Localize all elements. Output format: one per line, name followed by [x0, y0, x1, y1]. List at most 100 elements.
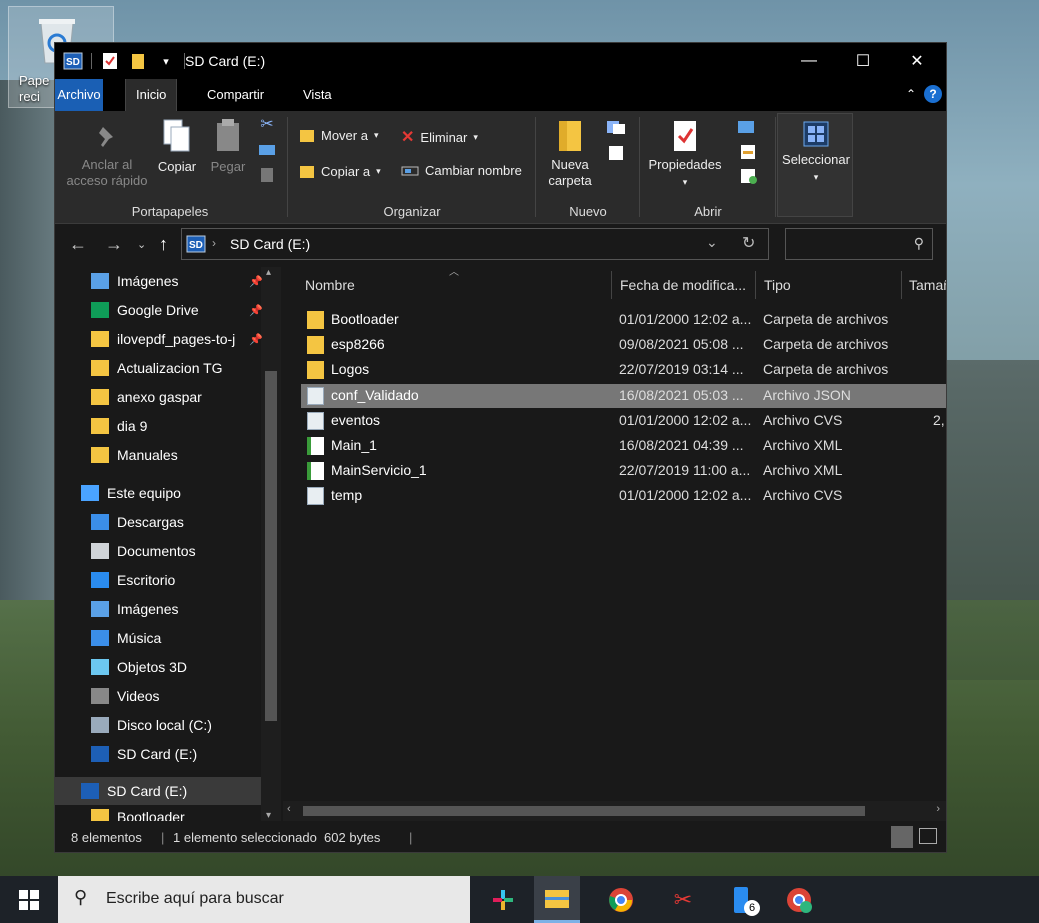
- folder-icon: [307, 311, 324, 329]
- horizontal-scroll-thumb[interactable]: [303, 806, 865, 816]
- file-row[interactable]: esp8266 09/08/2021 05:08 ... Carpeta de ar…: [301, 333, 946, 357]
- sidebar-item[interactable]: ilovepdf_pages-to-j 📌: [55, 325, 265, 353]
- taskbar-file-explorer[interactable]: [534, 876, 580, 923]
- new-folder-quick-icon[interactable]: [128, 51, 148, 71]
- large-icons-view-button[interactable]: [919, 828, 937, 844]
- details-view-button[interactable]: [891, 826, 913, 848]
- taskbar-chrome[interactable]: [598, 876, 644, 923]
- file-row[interactable]: MainServicio_1 22/07/2019 11:00 a... Archi…: [301, 459, 946, 483]
- sidebar-item[interactable]: Bootloader: [55, 803, 265, 821]
- sidebar-item[interactable]: Música: [55, 624, 265, 652]
- sidebar-item[interactable]: Actualizacion TG: [55, 354, 265, 382]
- computer-icon: [81, 485, 99, 501]
- file-name: Main_1: [331, 437, 377, 453]
- horizontal-scrollbar[interactable]: ‹ ›: [283, 801, 946, 821]
- copy-label: Copiar: [157, 159, 197, 174]
- copy-path-button[interactable]: [257, 143, 277, 161]
- sidebar-item[interactable]: SD Card (E:): [55, 740, 265, 768]
- taskbar-snipping-tool[interactable]: ✂: [660, 876, 706, 923]
- properties-quick-icon[interactable]: [100, 51, 120, 71]
- up-button[interactable]: ↑: [159, 234, 168, 255]
- sidebar-item[interactable]: Disco local (C:): [55, 711, 265, 739]
- open-button[interactable]: [733, 119, 765, 139]
- maximize-button[interactable]: ☐: [836, 43, 890, 79]
- properties-button[interactable]: Propiedades ▾: [643, 119, 727, 190]
- search-input[interactable]: ⚲: [785, 228, 933, 260]
- scroll-down-icon[interactable]: ▾: [266, 810, 271, 821]
- pin-quick-access-button[interactable]: Anclar al acceso rápido: [63, 123, 151, 189]
- new-item-button[interactable]: [603, 119, 633, 139]
- tab-inicio[interactable]: Inicio: [125, 79, 178, 111]
- sidebar-item[interactable]: Imágenes: [55, 595, 265, 623]
- file-row[interactable]: Main_1 16/08/2021 04:39 ... Archivo XML: [301, 434, 946, 458]
- sidebar-item[interactable]: Videos: [55, 682, 265, 710]
- history-button[interactable]: [733, 167, 765, 189]
- wallpaper-rock: [0, 80, 60, 600]
- minimize-button[interactable]: —: [782, 43, 836, 79]
- new-folder-label-1: Nueva: [551, 157, 589, 172]
- column-divider[interactable]: [901, 271, 902, 299]
- address-dropdown-icon[interactable]: ⌄: [706, 234, 718, 251]
- taskbar-phone-app[interactable]: 6: [718, 876, 764, 923]
- sidebar-item[interactable]: Imágenes 📌: [55, 267, 265, 295]
- sidebar-item-label: Imágenes: [117, 601, 179, 617]
- column-header-date[interactable]: Fecha de modifica...: [620, 267, 746, 303]
- file-row[interactable]: Logos 22/07/2019 03:14 ... Carpeta de arch…: [301, 358, 946, 382]
- open-icon: [738, 121, 754, 133]
- sidebar-item[interactable]: Google Drive 📌: [55, 296, 265, 324]
- file-row[interactable]: conf_Validado 16/08/2021 05:03 ... Archivo…: [301, 383, 946, 408]
- copy-to-button[interactable]: Copiar a ▾: [299, 163, 381, 179]
- help-icon[interactable]: ?: [924, 85, 942, 103]
- scroll-left-icon[interactable]: ‹: [287, 803, 291, 815]
- taskbar-search[interactable]: ⚲ Escribe aquí para buscar: [58, 876, 470, 923]
- copy-button[interactable]: Copiar: [153, 117, 201, 175]
- taskbar-chrome-profile[interactable]: [776, 876, 822, 923]
- sidebar-item[interactable]: Manuales: [55, 441, 265, 469]
- file-row[interactable]: temp 01/01/2000 12:02 a... Archivo CVS: [301, 484, 946, 508]
- sidebar-item[interactable]: Escritorio: [55, 566, 265, 594]
- column-divider[interactable]: [755, 271, 756, 299]
- sidebar-item[interactable]: Objetos 3D: [55, 653, 265, 681]
- move-to-button[interactable]: Mover a ▾: [299, 127, 379, 143]
- group-label-portapapeles: Portapapeles: [131, 204, 209, 219]
- tab-compartir[interactable]: Compartir: [197, 79, 274, 111]
- sidebar-item[interactable]: Este equipo: [55, 479, 265, 507]
- collapse-ribbon-icon[interactable]: ⌃: [906, 87, 916, 101]
- column-header-type[interactable]: Tipo: [764, 267, 791, 303]
- rename-button[interactable]: Cambiar nombre: [401, 163, 522, 178]
- close-button[interactable]: ✕: [890, 43, 944, 79]
- breadcrumb[interactable]: SD Card (E:): [230, 236, 310, 252]
- file-row[interactable]: eventos 01/01/2000 12:02 a... Archivo CVS 2…: [301, 409, 946, 433]
- paste-shortcut-button[interactable]: [257, 167, 277, 187]
- column-header-size[interactable]: Tamañ: [909, 267, 946, 303]
- column-divider[interactable]: [611, 271, 612, 299]
- select-button[interactable]: Seleccionar ▾: [780, 120, 852, 185]
- recent-locations-button[interactable]: ⌄: [137, 238, 146, 251]
- column-header-name[interactable]: Nombre: [305, 267, 355, 303]
- easy-access-button[interactable]: [603, 145, 633, 165]
- customize-quick-access-icon[interactable]: ▾: [156, 51, 176, 71]
- taskbar-slack[interactable]: [480, 876, 526, 923]
- sidebar-item[interactable]: anexo gaspar: [55, 383, 265, 411]
- edit-button[interactable]: [733, 143, 765, 165]
- delete-button[interactable]: ✕ Eliminar ▾: [401, 127, 478, 147]
- sidebar-item[interactable]: SD Card (E:): [55, 777, 261, 805]
- forward-button[interactable]: →: [105, 234, 123, 255]
- sidebar-scroll-thumb[interactable]: [265, 371, 277, 721]
- scroll-right-icon[interactable]: ›: [936, 803, 940, 815]
- sidebar-item[interactable]: dia 9: [55, 412, 265, 440]
- scroll-up-icon[interactable]: ▴: [266, 267, 271, 278]
- back-button[interactable]: ←: [69, 234, 87, 255]
- paste-button[interactable]: Pegar: [205, 117, 251, 175]
- address-box[interactable]: SD › SD Card (E:) ⌄ ↻: [181, 228, 769, 260]
- file-row[interactable]: Bootloader 01/01/2000 12:02 a... Carpeta d…: [301, 308, 946, 332]
- copy-to-label: Copiar a: [321, 163, 371, 179]
- tab-archivo[interactable]: Archivo: [55, 79, 103, 111]
- refresh-icon[interactable]: ↻: [742, 233, 755, 253]
- new-folder-button[interactable]: Nueva carpeta: [541, 119, 599, 189]
- cut-button[interactable]: ✂: [257, 117, 277, 133]
- tab-vista[interactable]: Vista: [293, 79, 342, 111]
- sidebar-item[interactable]: Descargas: [55, 508, 265, 536]
- start-button[interactable]: [0, 876, 58, 923]
- sidebar-item[interactable]: Documentos: [55, 537, 265, 565]
